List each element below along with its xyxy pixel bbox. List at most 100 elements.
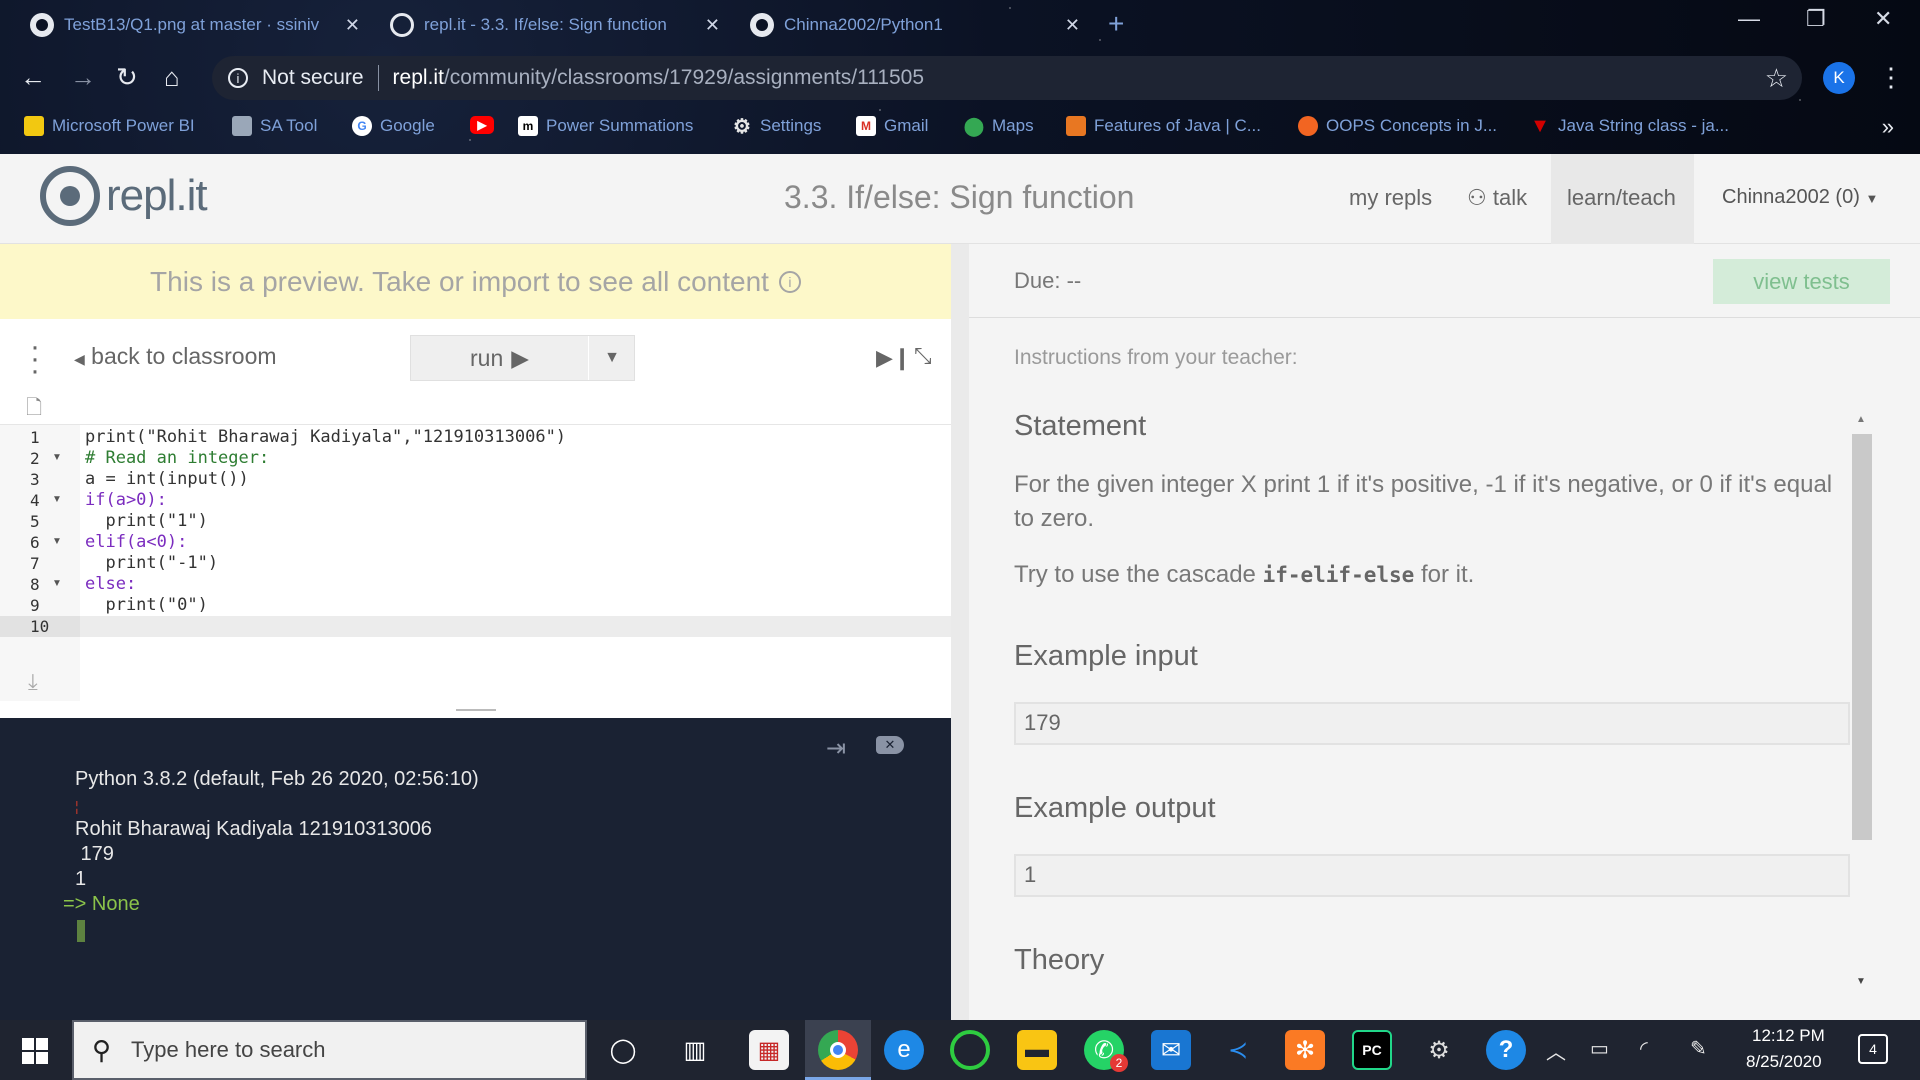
expand-icon[interactable]: ⤡ (914, 343, 932, 369)
whatsapp-icon[interactable]: ✆ 2 (1084, 1030, 1128, 1072)
nav-learn-teach[interactable]: learn/teach (1567, 185, 1676, 211)
close-icon[interactable]: ✕ (705, 15, 720, 36)
pen-icon[interactable]: ✎ (1690, 1036, 1707, 1061)
pane-resize-handle[interactable] (456, 709, 496, 711)
power-bi-icon (24, 116, 44, 136)
sync-app-icon[interactable] (950, 1030, 990, 1070)
help-icon[interactable]: ? (1486, 1030, 1526, 1070)
more-options-icon[interactable]: · · · (30, 332, 40, 386)
mail-icon[interactable]: ✉ (1151, 1030, 1191, 1070)
back-to-classroom-link[interactable]: ◀ back to classroom (74, 343, 277, 370)
new-tab-button[interactable]: + (1108, 8, 1124, 40)
taskbar-search-input[interactable]: ⚲ Type here to search (72, 1020, 587, 1080)
new-file-icon[interactable]: 🗋 (26, 393, 42, 427)
bookmark-gmail[interactable]: M Gmail (856, 116, 928, 136)
close-window-icon[interactable]: ✕ (1874, 6, 1892, 32)
edge-icon[interactable]: e (884, 1030, 924, 1070)
clock-date[interactable]: 8/25/2020 (1746, 1052, 1822, 1072)
bookmark-google[interactable]: G Google (352, 116, 435, 136)
settings-gear-icon[interactable]: ⚙ (1419, 1030, 1459, 1070)
close-icon[interactable]: ✕ (345, 15, 360, 36)
xampp-icon[interactable]: ✻ (1285, 1030, 1325, 1070)
bookmark-maps[interactable]: ⬤ Maps (964, 116, 1034, 136)
replit-icon (390, 13, 414, 37)
fold-arrow-icon[interactable]: ▼ (52, 536, 62, 547)
view-tests-button[interactable]: view tests (1713, 259, 1890, 304)
reload-icon[interactable]: ↻ (116, 62, 138, 93)
vscode-icon[interactable]: ≺ (1218, 1030, 1258, 1070)
replit-logo[interactable]: repl.it (40, 166, 208, 226)
profile-avatar[interactable]: K (1823, 62, 1855, 94)
download-icon[interactable]: ⤓ (28, 669, 38, 695)
bookmark-power-bi[interactable]: Microsoft Power BI (24, 116, 195, 136)
m-logo-icon: m (518, 116, 538, 136)
scroll-down-arrow-icon[interactable]: ▼ (1856, 976, 1866, 987)
nav-talk[interactable]: ⚇ talk (1467, 185, 1527, 211)
chrome-icon[interactable] (818, 1030, 858, 1070)
example-output-box: 1 (1014, 854, 1850, 897)
url-host: repl.it (392, 66, 444, 89)
line-number: 5 (30, 512, 40, 531)
cortana-icon[interactable]: ◯ (603, 1030, 643, 1070)
bookmark-star-icon[interactable]: ☆ (1765, 63, 1788, 94)
forward-arrow-icon[interactable]: → (70, 62, 96, 93)
bookmark-java-string[interactable]: ▼ Java String class - ja... (1530, 115, 1729, 137)
bookmarks-bar: Microsoft Power BI SA Tool G Google ▶ m … (0, 110, 1920, 144)
fold-arrow-icon[interactable]: ▼ (52, 494, 62, 505)
browser-menu-icon[interactable]: ⋮ (1878, 62, 1904, 93)
bookmark-power-summations[interactable]: m Power Summations (518, 116, 693, 136)
line-number: 10 (30, 617, 50, 636)
run-dropdown-button[interactable]: ▼ (589, 336, 635, 380)
fold-arrow-icon[interactable]: ▼ (52, 578, 62, 589)
tab-title: Chinna2002/Python1 (784, 15, 943, 34)
info-icon[interactable]: i (228, 68, 248, 88)
search-icon: ⚲ (92, 1034, 112, 1065)
info-icon[interactable]: i (778, 270, 801, 293)
chevron-up-icon[interactable]: ︿ (1546, 1036, 1566, 1065)
tab-replit[interactable]: repl.it - 3.3. If/else: Sign function ✕ (360, 8, 720, 42)
scroll-up-arrow-icon[interactable]: ▲ (1856, 414, 1866, 425)
run-button[interactable]: run ▶ (411, 336, 589, 380)
pycharm-icon[interactable]: PC (1352, 1030, 1392, 1070)
bookmarks-overflow-button[interactable]: » (1882, 114, 1894, 140)
console-panel[interactable]: ⇥ ✕ Python 3.8.2 (default, Feb 26 2020, … (0, 718, 951, 1020)
home-icon[interactable]: ⌂ (164, 62, 180, 93)
step-forward-icon[interactable]: ▶❙ (876, 345, 911, 371)
hint-text: for it. (1414, 561, 1475, 588)
site-header: repl.it 3.3. If/else: Sign function my r… (0, 154, 1920, 244)
bookmark-sa-tool[interactable]: SA Tool (232, 116, 317, 136)
security-label: Not secure (262, 66, 364, 89)
bookmark-label: Microsoft Power BI (52, 116, 195, 135)
scrollbar-thumb[interactable] (1852, 434, 1872, 840)
close-icon[interactable]: ✕ (1065, 15, 1080, 36)
map-pin-icon: ⬤ (963, 115, 985, 136)
nav-my-repls[interactable]: my repls (1349, 185, 1432, 211)
user-menu[interactable]: Chinna2002 (0) ▼ (1722, 186, 1878, 209)
store-icon[interactable]: ▦ (749, 1030, 789, 1070)
code-editor[interactable]: 1 2 ▼ 3 4 ▼ 5 6 ▼ 7 8 ▼ 9 10 print("Rohi… (0, 424, 951, 701)
bookmark-settings[interactable]: ⚙ Settings (732, 116, 821, 138)
file-explorer-icon[interactable]: ▬ (1017, 1030, 1057, 1070)
notification-center-icon[interactable]: 4 (1858, 1034, 1888, 1064)
task-view-icon[interactable]: ▥ (675, 1030, 715, 1070)
wifi-icon[interactable]: ◜ (1640, 1036, 1648, 1061)
console-clear-screen-icon[interactable]: ⇥ (826, 734, 846, 763)
clock-time[interactable]: 12:12 PM (1752, 1026, 1825, 1046)
code-line: else: (85, 574, 137, 594)
tab-github-chinna[interactable]: Chinna2002/Python1 ✕ (720, 8, 1080, 42)
back-arrow-icon[interactable]: ← (20, 62, 46, 93)
url-bar[interactable]: i Not secure repl.it /community/classroo… (212, 56, 1802, 100)
backspace-icon[interactable]: ✕ (876, 736, 904, 754)
fold-arrow-icon[interactable]: ▼ (52, 452, 62, 463)
tab-github-testb13[interactable]: TestB13/Q1.png at master · ssiniv ✕ (0, 8, 360, 42)
bookmark-label: Features of Java | C... (1094, 116, 1261, 135)
bookmark-features-java[interactable]: Features of Java | C... (1066, 116, 1261, 136)
bookmark-youtube[interactable]: ▶ (470, 116, 494, 134)
bookmark-oops-concepts[interactable]: OOPS Concepts in J... (1298, 116, 1497, 136)
minimize-icon[interactable]: — (1738, 6, 1760, 32)
battery-icon[interactable]: ▭ (1590, 1036, 1609, 1061)
bookmark-label: SA Tool (260, 116, 318, 135)
windows-start-icon[interactable] (22, 1038, 48, 1064)
run-label: run (470, 344, 504, 371)
restore-icon[interactable]: ❐ (1806, 6, 1826, 32)
